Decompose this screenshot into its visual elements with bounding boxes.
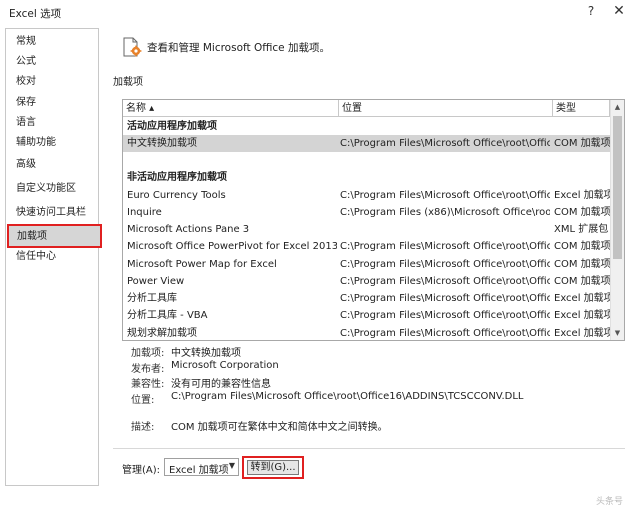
addin-location: C:\Program Files (x86)\Microsoft Office\… xyxy=(340,207,550,218)
addin-type: Excel 加载项 xyxy=(554,293,610,304)
manage-label: 管理(A): xyxy=(122,465,161,476)
scroll-down-arrow-icon[interactable]: ▼ xyxy=(611,326,624,340)
addin-type: XML 扩展包 xyxy=(554,224,609,235)
addin-type: Excel 加载项 xyxy=(554,190,610,201)
group-label: 活动应用程序加载项 xyxy=(127,121,217,132)
manage-dropdown-value: Excel 加载项 xyxy=(169,465,229,476)
chevron-down-icon: ▼ xyxy=(228,461,235,470)
manage-dropdown[interactable]: Excel 加载项 ▼ xyxy=(164,458,239,476)
addin-type: COM 加载项 xyxy=(554,276,610,287)
sidebar-item-customize-ribbon[interactable]: 自定义功能区 xyxy=(12,181,94,197)
table-row[interactable]: 分析工具库 C:\Program Files\Microsoft Office\… xyxy=(123,290,610,307)
addin-gear-icon xyxy=(122,36,142,58)
addin-name: Microsoft Actions Pane 3 xyxy=(127,224,250,235)
addin-location: C:\Program Files\Microsoft Office\root\O… xyxy=(340,259,550,270)
addin-type: COM 加载项 xyxy=(554,207,610,218)
footer-divider xyxy=(113,448,625,449)
sidebar-item-advanced[interactable]: 高级 xyxy=(12,157,94,173)
column-header-type[interactable]: 类型 xyxy=(553,100,610,117)
addin-name: Microsoft Office PowerPivot for Excel 20… xyxy=(127,241,337,252)
detail-publisher-label: 发布者: xyxy=(131,364,165,375)
detail-location-label: 位置: xyxy=(131,395,155,406)
addin-type: COM 加载项 xyxy=(554,259,610,270)
sidebar-item-proofing[interactable]: 校对 xyxy=(12,74,94,90)
table-row[interactable]: Euro Currency Tools C:\Program Files\Mic… xyxy=(123,187,610,204)
help-button[interactable]: ? xyxy=(583,4,599,20)
addin-location: C:\Program Files\Microsoft Office\root\O… xyxy=(340,328,550,339)
goto-highlight: 转到(G)... xyxy=(242,456,304,479)
detail-desc-value: COM 加载项可在繁体中文和简体中文之间转换。 xyxy=(171,422,388,433)
sidebar-item-save[interactable]: 保存 xyxy=(12,95,94,111)
addin-type: Excel 加载项 xyxy=(554,310,610,321)
sidebar-item-accessibility[interactable]: 辅助功能 xyxy=(12,135,94,151)
group-label: 非活动应用程序加载项 xyxy=(127,172,227,183)
addin-name: 规划求解加载项 xyxy=(127,328,197,339)
addin-name: Inquire xyxy=(127,207,162,218)
addin-location: C:\Program Files\Microsoft Office\root\O… xyxy=(340,310,550,321)
table-row[interactable]: Microsoft Office PowerPivot for Excel 20… xyxy=(123,238,610,255)
detail-addin-label: 加载项: xyxy=(131,348,165,359)
addin-location: C:\Program Files\Microsoft Office\root\O… xyxy=(340,241,550,252)
addin-type: Excel 加载项 xyxy=(554,328,610,339)
detail-compat-label: 兼容性: xyxy=(131,379,165,390)
table-row[interactable]: 规划求解加载项 C:\Program Files\Microsoft Offic… xyxy=(123,325,610,340)
scroll-up-arrow-icon[interactable]: ▲ xyxy=(611,100,624,114)
addin-name: Power View xyxy=(127,276,185,287)
page-description: 查看和管理 Microsoft Office 加载项。 xyxy=(147,42,330,54)
addin-location: C:\Program Files\Microsoft Office\root\O… xyxy=(340,138,550,149)
addin-name: Microsoft Power Map for Excel xyxy=(127,259,277,270)
sidebar-item-addins[interactable]: 加载项 xyxy=(7,224,102,248)
watermark: 头条号 xyxy=(596,497,624,507)
addin-type: COM 加载项 xyxy=(554,138,610,149)
addin-name: 分析工具库 xyxy=(127,293,177,304)
table-row[interactable]: Power View C:\Program Files\Microsoft Of… xyxy=(123,273,610,290)
table-scrollbar[interactable]: ▲ ▼ xyxy=(610,100,624,340)
addin-location: C:\Program Files\Microsoft Office\root\O… xyxy=(340,190,550,201)
detail-publisher-value: Microsoft Corporation xyxy=(171,360,279,371)
sidebar-item-trust-center[interactable]: 信任中心 xyxy=(12,249,94,265)
section-title: 加载项 xyxy=(113,77,143,88)
detail-addin-value: 中文转换加载项 xyxy=(171,348,241,359)
sidebar-item-quick-access-toolbar[interactable]: 快速访问工具栏 xyxy=(12,205,94,221)
detail-location-value: C:\Program Files\Microsoft Office\root\O… xyxy=(171,391,524,402)
sidebar-item-general[interactable]: 常规 xyxy=(12,34,94,50)
column-header-location[interactable]: 位置 xyxy=(339,100,553,117)
addin-location: C:\Program Files\Microsoft Office\root\O… xyxy=(340,293,550,304)
group-inactive-addins: 非活动应用程序加载项 xyxy=(123,169,610,186)
title-bar: Excel 选项 ? ✕ xyxy=(0,0,640,26)
table-row[interactable]: Microsoft Actions Pane 3 XML 扩展包 xyxy=(123,221,610,238)
sidebar-item-language[interactable]: 语言 xyxy=(12,115,94,131)
addin-name: 分析工具库 - VBA xyxy=(127,310,208,321)
goto-button[interactable]: 转到(G)... xyxy=(247,460,299,475)
table-row[interactable]: Microsoft Power Map for Excel C:\Program… xyxy=(123,256,610,273)
addin-name: 中文转换加载项 xyxy=(127,138,197,149)
close-button[interactable]: ✕ xyxy=(610,3,628,21)
addin-location: C:\Program Files\Microsoft Office\root\O… xyxy=(340,276,550,287)
options-sidebar: 常规 公式 校对 保存 语言 辅助功能 高级 自定义功能区 快速访问工具栏 加载… xyxy=(5,28,102,486)
addin-name: Euro Currency Tools xyxy=(127,190,226,201)
detail-desc-label: 描述: xyxy=(131,422,155,433)
scroll-thumb[interactable] xyxy=(613,116,622,259)
addins-table[interactable]: 名称 ▴ 位置 类型 活动应用程序加载项 中文转换加载项 C:\Program … xyxy=(122,99,625,341)
sidebar-item-formulas[interactable]: 公式 xyxy=(12,54,94,70)
column-header-name[interactable]: 名称 ▴ xyxy=(123,100,339,117)
addin-type: COM 加载项 xyxy=(554,241,610,252)
table-row[interactable]: 分析工具库 - VBA C:\Program Files\Microsoft O… xyxy=(123,307,610,324)
table-row[interactable]: Inquire C:\Program Files (x86)\Microsoft… xyxy=(123,204,610,221)
group-active-addins: 活动应用程序加载项 xyxy=(123,118,610,135)
window-title: Excel 选项 xyxy=(9,8,62,20)
detail-compat-value: 没有可用的兼容性信息 xyxy=(171,379,271,390)
table-row[interactable]: 中文转换加载项 C:\Program Files\Microsoft Offic… xyxy=(123,135,610,152)
